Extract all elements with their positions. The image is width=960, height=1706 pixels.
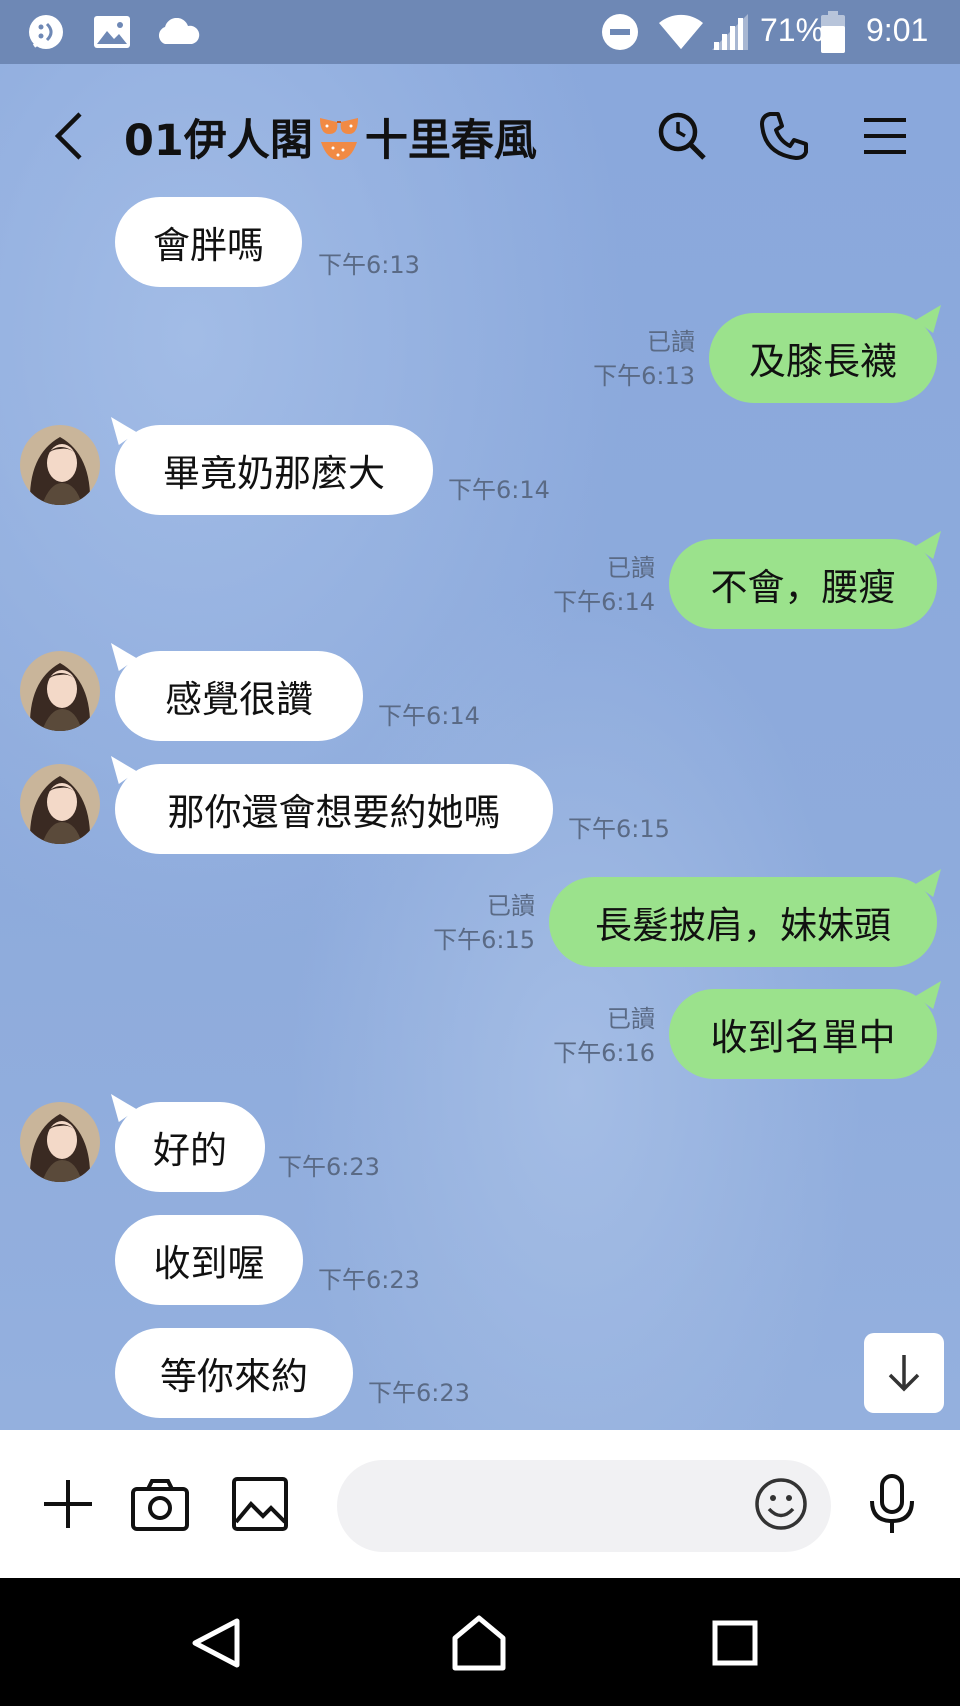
bikini-emoji (317, 114, 361, 173)
search-icon (658, 112, 706, 160)
message-text: 不會，腰瘦 (710, 566, 896, 609)
menu-icon (864, 118, 906, 154)
message-time: 下午6:23 (278, 1153, 380, 1181)
input-bar (0, 1430, 960, 1578)
back-icon (54, 112, 82, 160)
mic-icon (870, 1474, 914, 1533)
read-receipt: 已讀 (607, 1005, 655, 1033)
image-button[interactable] (224, 1468, 296, 1540)
battery-icon (818, 10, 848, 54)
camera-icon (131, 1479, 189, 1531)
home-icon (452, 1615, 506, 1671)
avatar[interactable] (20, 651, 100, 731)
messenger-icon (24, 10, 68, 54)
message-text: 那你還會想要約她嗎 (167, 791, 501, 834)
message-text: 畢竟奶那麼大 (163, 452, 385, 495)
gallery-icon (90, 10, 134, 54)
call-button[interactable] (752, 104, 816, 168)
message-bubble-incoming[interactable]: 等你來約 (115, 1328, 353, 1418)
message-time: 下午6:16 (553, 1039, 655, 1067)
image-icon (232, 1477, 288, 1531)
chat-title: 01伊人閣 十里春風 (124, 106, 537, 173)
avatar[interactable] (20, 1102, 100, 1182)
message-bubble-incoming[interactable]: 畢竟奶那麼大 (115, 425, 433, 515)
system-nav-bar (0, 1578, 960, 1706)
message-text: 感覺很讚 (165, 678, 313, 721)
message-text: 收到喔 (153, 1242, 265, 1285)
back-button[interactable] (38, 104, 102, 168)
chat-title-prefix: 01伊人閣 (124, 116, 313, 166)
message-time: 下午6:23 (318, 1266, 420, 1294)
message-text: 收到名單中 (710, 1016, 896, 1059)
plus-icon (44, 1480, 92, 1528)
status-bar: 71% 9:01 (0, 0, 960, 64)
read-receipt: 已讀 (647, 328, 695, 356)
read-receipt: 已讀 (487, 892, 535, 920)
message-bubble-incoming[interactable]: 會胖嗎 (115, 197, 302, 287)
wifi-icon (656, 10, 706, 54)
message-bubble-incoming[interactable]: 好的 (115, 1102, 265, 1192)
chat-title-suffix: 十里春風 (364, 116, 537, 166)
message-text: 及膝長襪 (749, 340, 897, 383)
back-triangle-icon (192, 1618, 240, 1668)
camera-button[interactable] (124, 1468, 196, 1540)
battery-percent: 71% (760, 12, 825, 48)
message-text: 長髮披肩，妹妹頭 (595, 904, 891, 947)
message-time: 下午6:14 (378, 702, 480, 730)
emoji-icon (755, 1478, 807, 1530)
message-bubble-incoming[interactable]: 感覺很讚 (115, 651, 363, 741)
avatar[interactable] (20, 425, 100, 505)
message-text: 等你來約 (160, 1355, 308, 1398)
message-time: 下午6:13 (593, 362, 695, 390)
menu-button[interactable] (853, 104, 917, 168)
plus-button[interactable] (32, 1468, 104, 1540)
message-bubble-outgoing[interactable]: 收到名單中 (669, 989, 937, 1079)
message-bubble-outgoing[interactable]: 及膝長襪 (709, 313, 937, 403)
clock: 9:01 (866, 12, 929, 48)
voice-button[interactable] (856, 1468, 928, 1540)
message-time: 下午6:14 (448, 476, 550, 504)
message-time: 下午6:15 (433, 926, 535, 954)
cloud-icon (152, 10, 204, 54)
nav-home-button[interactable] (444, 1608, 514, 1678)
message-text: 好的 (153, 1129, 227, 1172)
emoji-button[interactable] (745, 1468, 817, 1540)
nav-back-button[interactable] (180, 1608, 250, 1678)
message-bubble-incoming[interactable]: 那你還會想要約她嗎 (115, 764, 553, 854)
avatar[interactable] (20, 764, 100, 844)
message-bubble-outgoing[interactable]: 不會，腰瘦 (669, 539, 937, 629)
message-text: 會胖嗎 (153, 224, 264, 267)
signal-icon (708, 10, 752, 54)
phone-icon (760, 112, 808, 160)
search-button[interactable] (650, 104, 714, 168)
dnd-icon (598, 10, 642, 54)
arrow-down-icon (888, 1355, 920, 1392)
message-time: 下午6:13 (318, 251, 420, 279)
message-time: 下午6:15 (568, 815, 670, 843)
message-time: 下午6:14 (553, 588, 655, 616)
message-bubble-incoming[interactable]: 收到喔 (115, 1215, 303, 1305)
nav-recents-button[interactable] (700, 1608, 770, 1678)
message-bubble-outgoing[interactable]: 長髮披肩，妹妹頭 (549, 877, 937, 967)
scroll-to-bottom-button[interactable] (864, 1333, 944, 1413)
read-receipt: 已讀 (607, 554, 655, 582)
message-time: 下午6:23 (368, 1379, 470, 1407)
recents-icon (712, 1620, 758, 1666)
